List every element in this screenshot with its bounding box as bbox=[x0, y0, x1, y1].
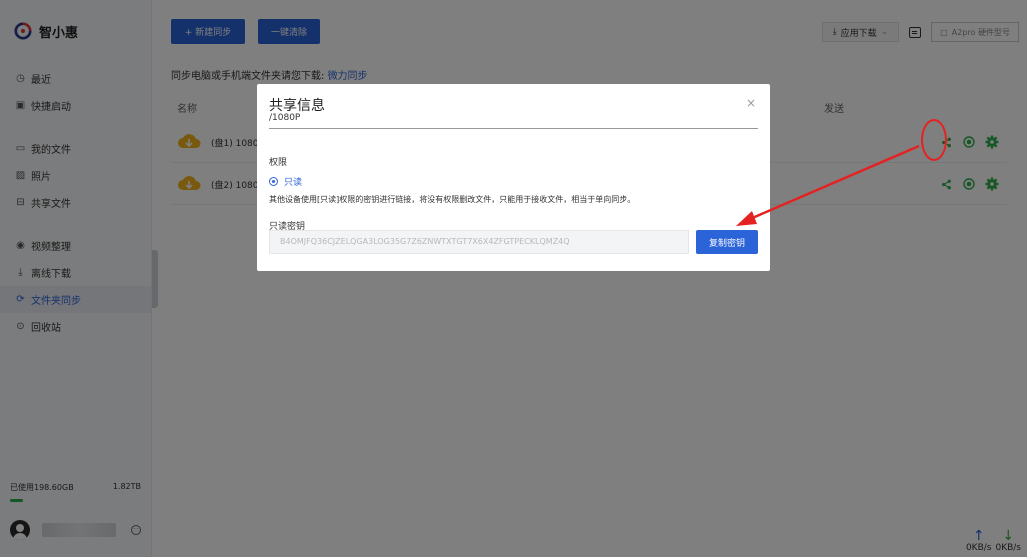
dialog-title: 共享信息 bbox=[269, 98, 325, 114]
copy-key-button[interactable]: 复制密钥 bbox=[696, 230, 758, 254]
readonly-radio[interactable]: 只读 bbox=[269, 175, 302, 188]
annotation-circle bbox=[921, 119, 947, 161]
readonly-key-field[interactable]: B4OMJFQ36CJZELQGA3LOG35G7Z6ZNWTXTGT7X6X4… bbox=[269, 230, 689, 254]
permission-label: 权限 bbox=[269, 158, 288, 168]
readonly-radio-label: 只读 bbox=[284, 178, 303, 188]
close-icon[interactable]: × bbox=[746, 96, 756, 110]
radio-selected-icon bbox=[269, 177, 278, 186]
permission-description: 其他设备使用[只读]权限的密钥进行链接，将没有权限删改文件，只能用于接收文件，相… bbox=[269, 195, 636, 204]
share-info-dialog: 共享信息 × /1080P 权限 只读 其他设备使用[只读]权限的密钥进行链接，… bbox=[257, 84, 770, 271]
share-path: /1080P bbox=[269, 113, 758, 129]
